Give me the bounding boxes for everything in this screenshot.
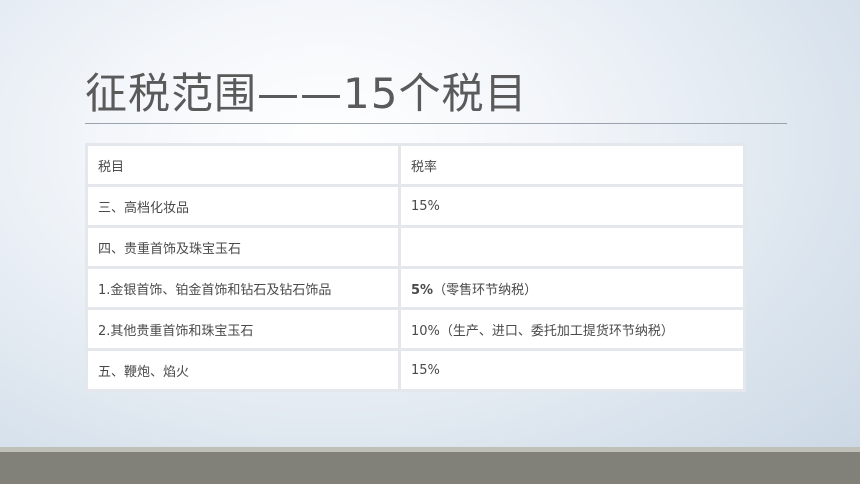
tax-rate-cell: 15% bbox=[401, 187, 743, 225]
tax-rate-bold: 5% bbox=[411, 282, 434, 298]
footer-band bbox=[0, 452, 860, 484]
table-row: 四、贵重首饰及珠宝玉石 bbox=[88, 228, 743, 266]
tax-rate-text: 15% bbox=[411, 198, 440, 214]
table-row: 1.金银首饰、铂金首饰和钻石及钻石饰品 5%（零售环节纳税） bbox=[88, 269, 743, 307]
table-header-row: 税目 税率 bbox=[88, 146, 743, 184]
tax-rate-cell: 10%（生产、进口、委托加工提货环节纳税） bbox=[401, 310, 743, 348]
tax-rate-text: 15% bbox=[411, 362, 440, 378]
slide-title: 征税范围——15个税目 bbox=[85, 69, 528, 118]
tax-rate-cell: 15% bbox=[401, 351, 743, 389]
header-tax-rate: 税率 bbox=[401, 146, 743, 184]
title-divider bbox=[85, 123, 787, 124]
tax-item-cell: 2.其他贵重首饰和珠宝玉石 bbox=[88, 310, 398, 348]
tax-item-cell: 五、鞭炮、焰火 bbox=[88, 351, 398, 389]
tax-item-cell: 1.金银首饰、铂金首饰和钻石及钻石饰品 bbox=[88, 269, 398, 307]
table-row: 2.其他贵重首饰和珠宝玉石 10%（生产、进口、委托加工提货环节纳税） bbox=[88, 310, 743, 348]
tax-rate-cell bbox=[401, 228, 743, 266]
tax-rate-table: 税目 税率 三、高档化妆品 15% 四、贵重首饰及珠宝玉石 1.金银首饰、铂金首… bbox=[85, 143, 746, 392]
tax-rate-text: （零售环节纳税） bbox=[433, 282, 538, 298]
tax-item-cell: 三、高档化妆品 bbox=[88, 187, 398, 225]
tax-item-cell: 四、贵重首饰及珠宝玉石 bbox=[88, 228, 398, 266]
table-row: 三、高档化妆品 15% bbox=[88, 187, 743, 225]
header-tax-item: 税目 bbox=[88, 146, 398, 184]
tax-rate-cell: 5%（零售环节纳税） bbox=[401, 269, 743, 307]
table-row: 五、鞭炮、焰火 15% bbox=[88, 351, 743, 389]
tax-rate-text: 10%（生产、进口、委托加工提货环节纳税） bbox=[411, 323, 674, 339]
